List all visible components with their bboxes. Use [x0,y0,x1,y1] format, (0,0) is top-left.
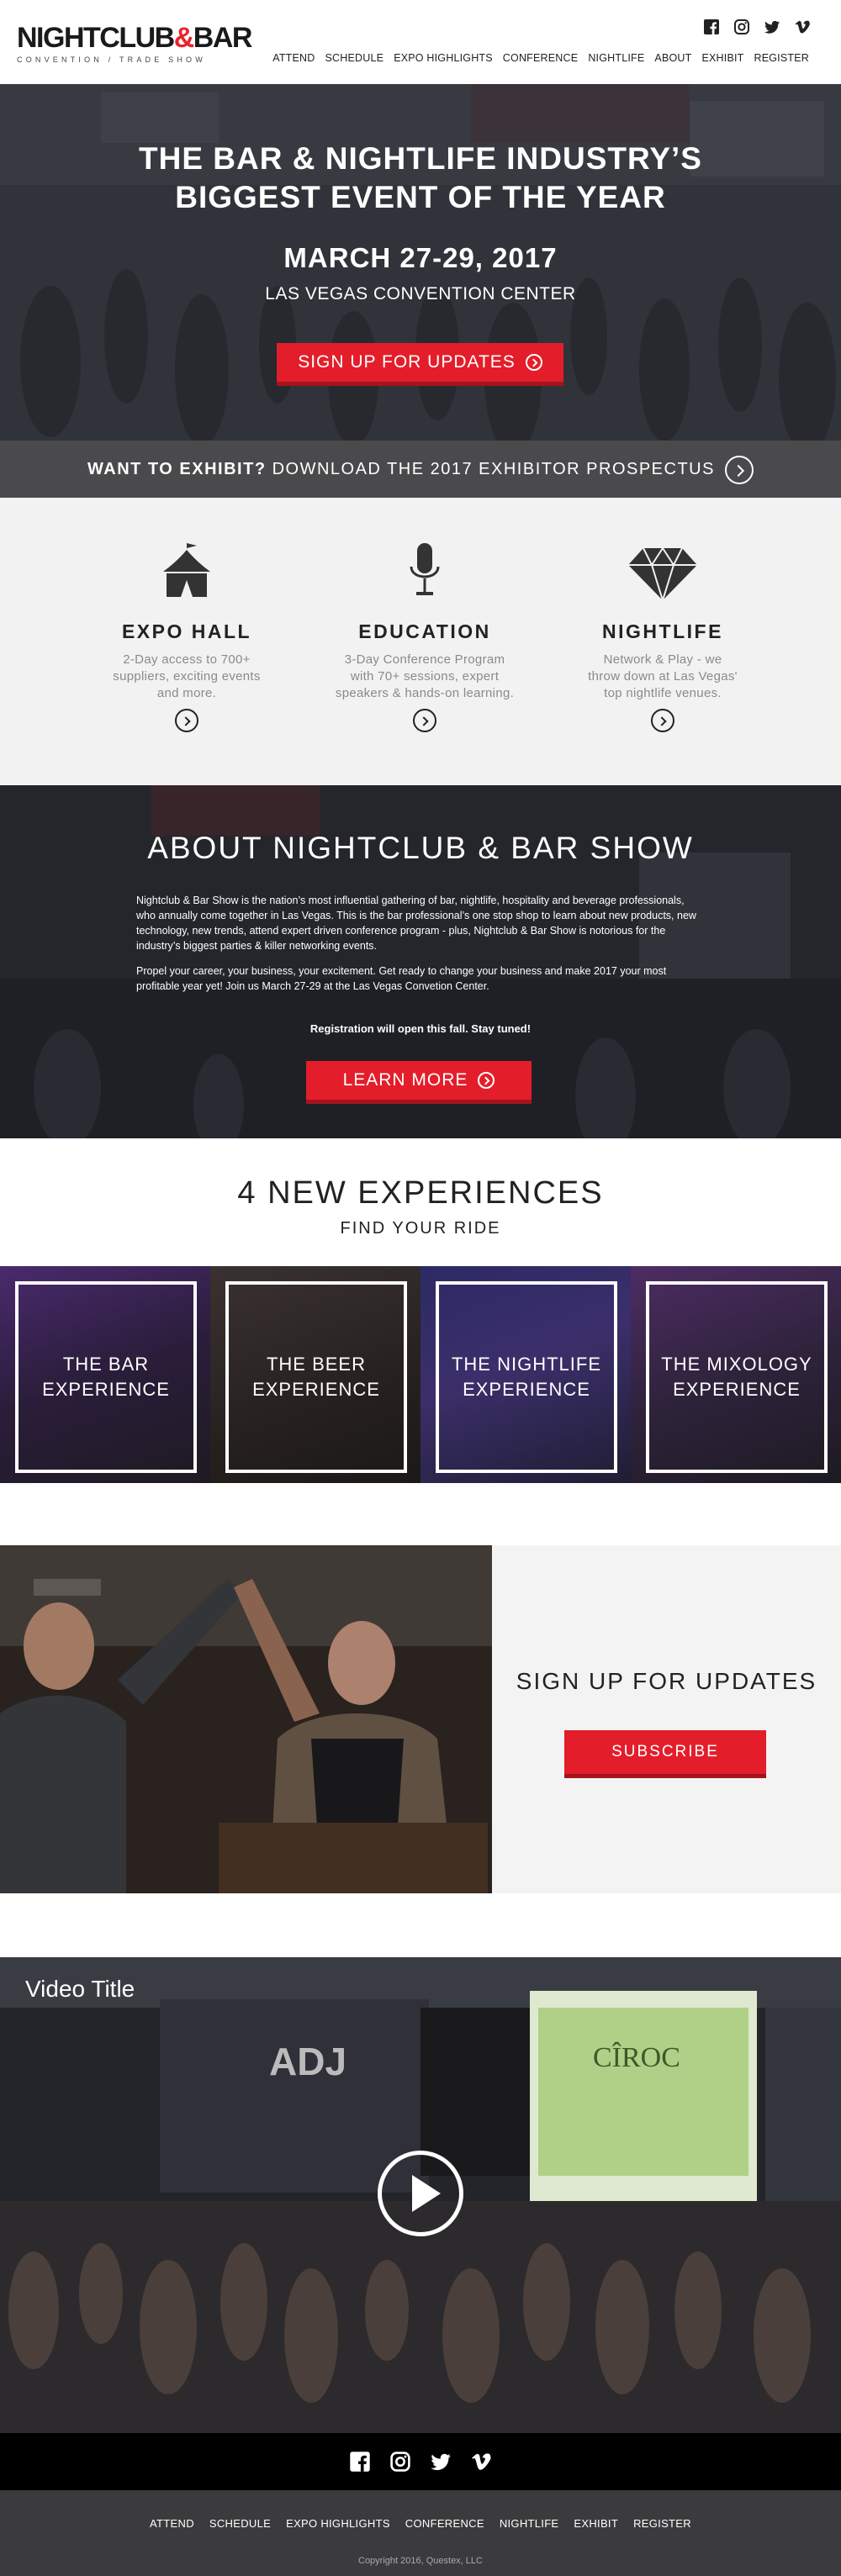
footer-link-register[interactable]: REGISTER [633,2517,691,2530]
feature-expo-hall: EXPO HALL 2-Day access to 700+ suppliers,… [77,538,296,736]
facebook-icon[interactable] [349,2451,371,2473]
experience-frame: THE BAR EXPERIENCE [15,1281,197,1473]
chevron-right-icon [525,354,542,372]
hero-title: THE BAR & NIGHTLIFE INDUSTRY’S BIGGEST E… [0,140,841,217]
tent-icon [163,543,210,597]
footer-nav: ATTEND SCHEDULE EXPO HIGHLIGHTS CONFEREN… [0,2517,841,2530]
play-icon[interactable] [378,2151,463,2236]
experience-tile-nightlife[interactable]: THE NIGHTLIFE EXPERIENCE [420,1266,631,1483]
instagram-icon[interactable] [733,18,750,35]
feature-title: EXPO HALL [121,620,252,642]
video-section[interactable]: ADJ CÎROC Video Title [0,1957,841,2433]
footer-link-conference[interactable]: CONFERENCE [405,2517,484,2530]
footer-link-schedule[interactable]: SCHEDULE [209,2517,271,2530]
microphone-icon [410,543,440,595]
twitter-icon[interactable] [430,2451,452,2473]
about-paragraph: Nightclub & Bar Show is the nation’s mos… [136,895,696,952]
main-nav: ATTEND SCHEDULE EXPO HIGHLIGHTS CONFEREN… [272,52,809,64]
booth-sign-adj: ADJ [269,2040,346,2083]
about-title: ABOUT NIGHTCLUB & BAR SHOW [147,831,694,865]
vimeo-icon[interactable] [470,2451,492,2473]
footer-link-exhibit[interactable]: EXHIBIT [574,2517,618,2530]
signup-title: SIGN UP FOR UPDATES [516,1668,817,1694]
feature-nightlife: NIGHTLIFE Network & Play - we throw down … [553,538,772,736]
experiences-subtitle: FIND YOUR RIDE [340,1219,501,1238]
exhibit-bar-text: DOWNLOAD THE 2017 EXHIBITOR PROSPECTUS [272,460,715,478]
twitter-icon[interactable] [764,18,780,35]
hero-title-line2: BIGGEST EVENT OF THE YEAR [175,180,666,214]
footer-link-attend[interactable]: ATTEND [150,2517,194,2530]
hero-banner: THE BAR & NIGHTLIFE INDUSTRY’S BIGGEST E… [0,84,841,441]
nav-conference[interactable]: CONFERENCE [503,52,579,64]
experience-tiles: THE BAR EXPERIENCE THE BEER EXPERIENCE THE… [0,1266,841,1483]
experience-frame: THE BEER EXPERIENCE [225,1281,407,1473]
nav-schedule[interactable]: SCHEDULE [325,52,384,64]
copyright: Copyright 2016, Questex, LLC [358,2556,483,2566]
learn-more-label: LEARN MORE [342,1070,468,1090]
nav-expo-highlights[interactable]: EXPO HIGHLIGHTS [394,52,493,64]
experience-frame: THE MIXOLOGY EXPERIENCE [646,1281,828,1473]
feature-description: 2-Day access to 700+ suppliers, exciting … [113,652,261,700]
registration-note: Registration will open this fall. Stay t… [309,1022,532,1035]
signup-photo [0,1545,492,1893]
nav-attend[interactable]: ATTEND [272,52,315,64]
chevron-right-icon[interactable] [175,709,198,732]
booth-sign-ciroc: CÎROC [593,2042,680,2073]
features-section: EXPO HALL 2-Day access to 700+ suppliers,… [0,498,841,785]
hero-title-line1: THE BAR & NIGHTLIFE INDUSTRY’S [139,141,702,176]
feature-description: Network & Play - we throw down at Las Veg… [588,652,738,700]
subscribe-button[interactable]: SUBSCRIBE [564,1730,766,1774]
feature-education: EDUCATION 3-Day Conference Program with 7… [315,538,534,736]
nav-about[interactable]: ABOUT [654,52,691,64]
signup-panel: SIGN UP FOR UPDATES SUBSCRIBE [492,1545,841,1893]
event-date: MARCH 27-29, 2017 [283,242,558,273]
about-body: Nightclub & Bar Show is the nation’s mos… [136,893,705,1004]
experiences-header: 4 NEW EXPERIENCES FIND YOUR RIDE [0,1138,841,1266]
site-footer: ATTEND SCHEDULE EXPO HIGHLIGHTS CONFEREN… [0,2490,841,2576]
logo-tagline: CONVENTION / TRADE SHOW [17,55,206,64]
instagram-icon[interactable] [389,2451,411,2473]
exhibitor-prospectus-bar[interactable]: WANT TO EXHIBIT? DOWNLOAD THE 2017 EXHIB… [0,441,841,498]
social-links [703,18,811,35]
facebook-icon[interactable] [703,18,720,35]
experience-tile-beer[interactable]: THE BEER EXPERIENCE [210,1266,420,1483]
feature-title: EDUCATION [358,620,491,642]
nav-exhibit[interactable]: EXHIBIT [701,52,743,64]
vimeo-icon[interactable] [794,18,811,35]
footer-social [0,2433,841,2490]
high-five-photo [0,1545,492,1893]
experience-tile-bar[interactable]: THE BAR EXPERIENCE [0,1266,210,1483]
logo[interactable]: NIGHTCLUB&BAR CONVENTION / TRADE SHOW [17,22,252,64]
nav-register[interactable]: REGISTER [754,52,810,64]
experience-frame: THE NIGHTLIFE EXPERIENCE [436,1281,617,1473]
about-paragraph: Propel your career, your business, your … [136,965,667,992]
nav-nightlife[interactable]: NIGHTLIFE [588,52,644,64]
signup-section: SIGN UP FOR UPDATES SUBSCRIBE [0,1545,841,1893]
chevron-right-icon[interactable] [651,709,674,732]
diamond-icon [628,547,697,604]
chevron-right-icon[interactable] [413,709,436,732]
learn-more-button[interactable]: LEARN MORE [306,1061,532,1100]
logo-wordmark: NIGHTCLUB&BAR [17,22,252,54]
chevron-right-icon [478,1072,495,1090]
hero-signup-button[interactable]: SIGN UP FOR UPDATES [277,343,563,382]
event-venue: LAS VEGAS CONVENTION CENTER [265,284,576,304]
footer-link-expo-highlights[interactable]: EXPO HIGHLIGHTS [286,2517,390,2530]
feature-title: NIGHTLIFE [602,620,723,642]
experiences-title: 4 NEW EXPERIENCES [237,1175,604,1211]
about-section: ABOUT NIGHTCLUB & BAR SHOW Nightclub & B… [0,785,841,1138]
page: NIGHTCLUB&BAR CONVENTION / TRADE SHOW AT… [0,0,841,2576]
video-title: Video Title [25,1976,135,2002]
feature-description: 3-Day Conference Program with 70+ session… [335,652,515,700]
footer-link-nightlife[interactable]: NIGHTLIFE [500,2517,559,2530]
site-header: NIGHTCLUB&BAR CONVENTION / TRADE SHOW AT… [0,0,841,84]
experience-tile-mixology[interactable]: THE MIXOLOGY EXPERIENCE [631,1266,841,1483]
hero-signup-label: SIGN UP FOR UPDATES [298,352,516,372]
exhibit-bar-heading: WANT TO EXHIBIT? [87,460,267,478]
chevron-right-icon[interactable] [724,455,754,484]
